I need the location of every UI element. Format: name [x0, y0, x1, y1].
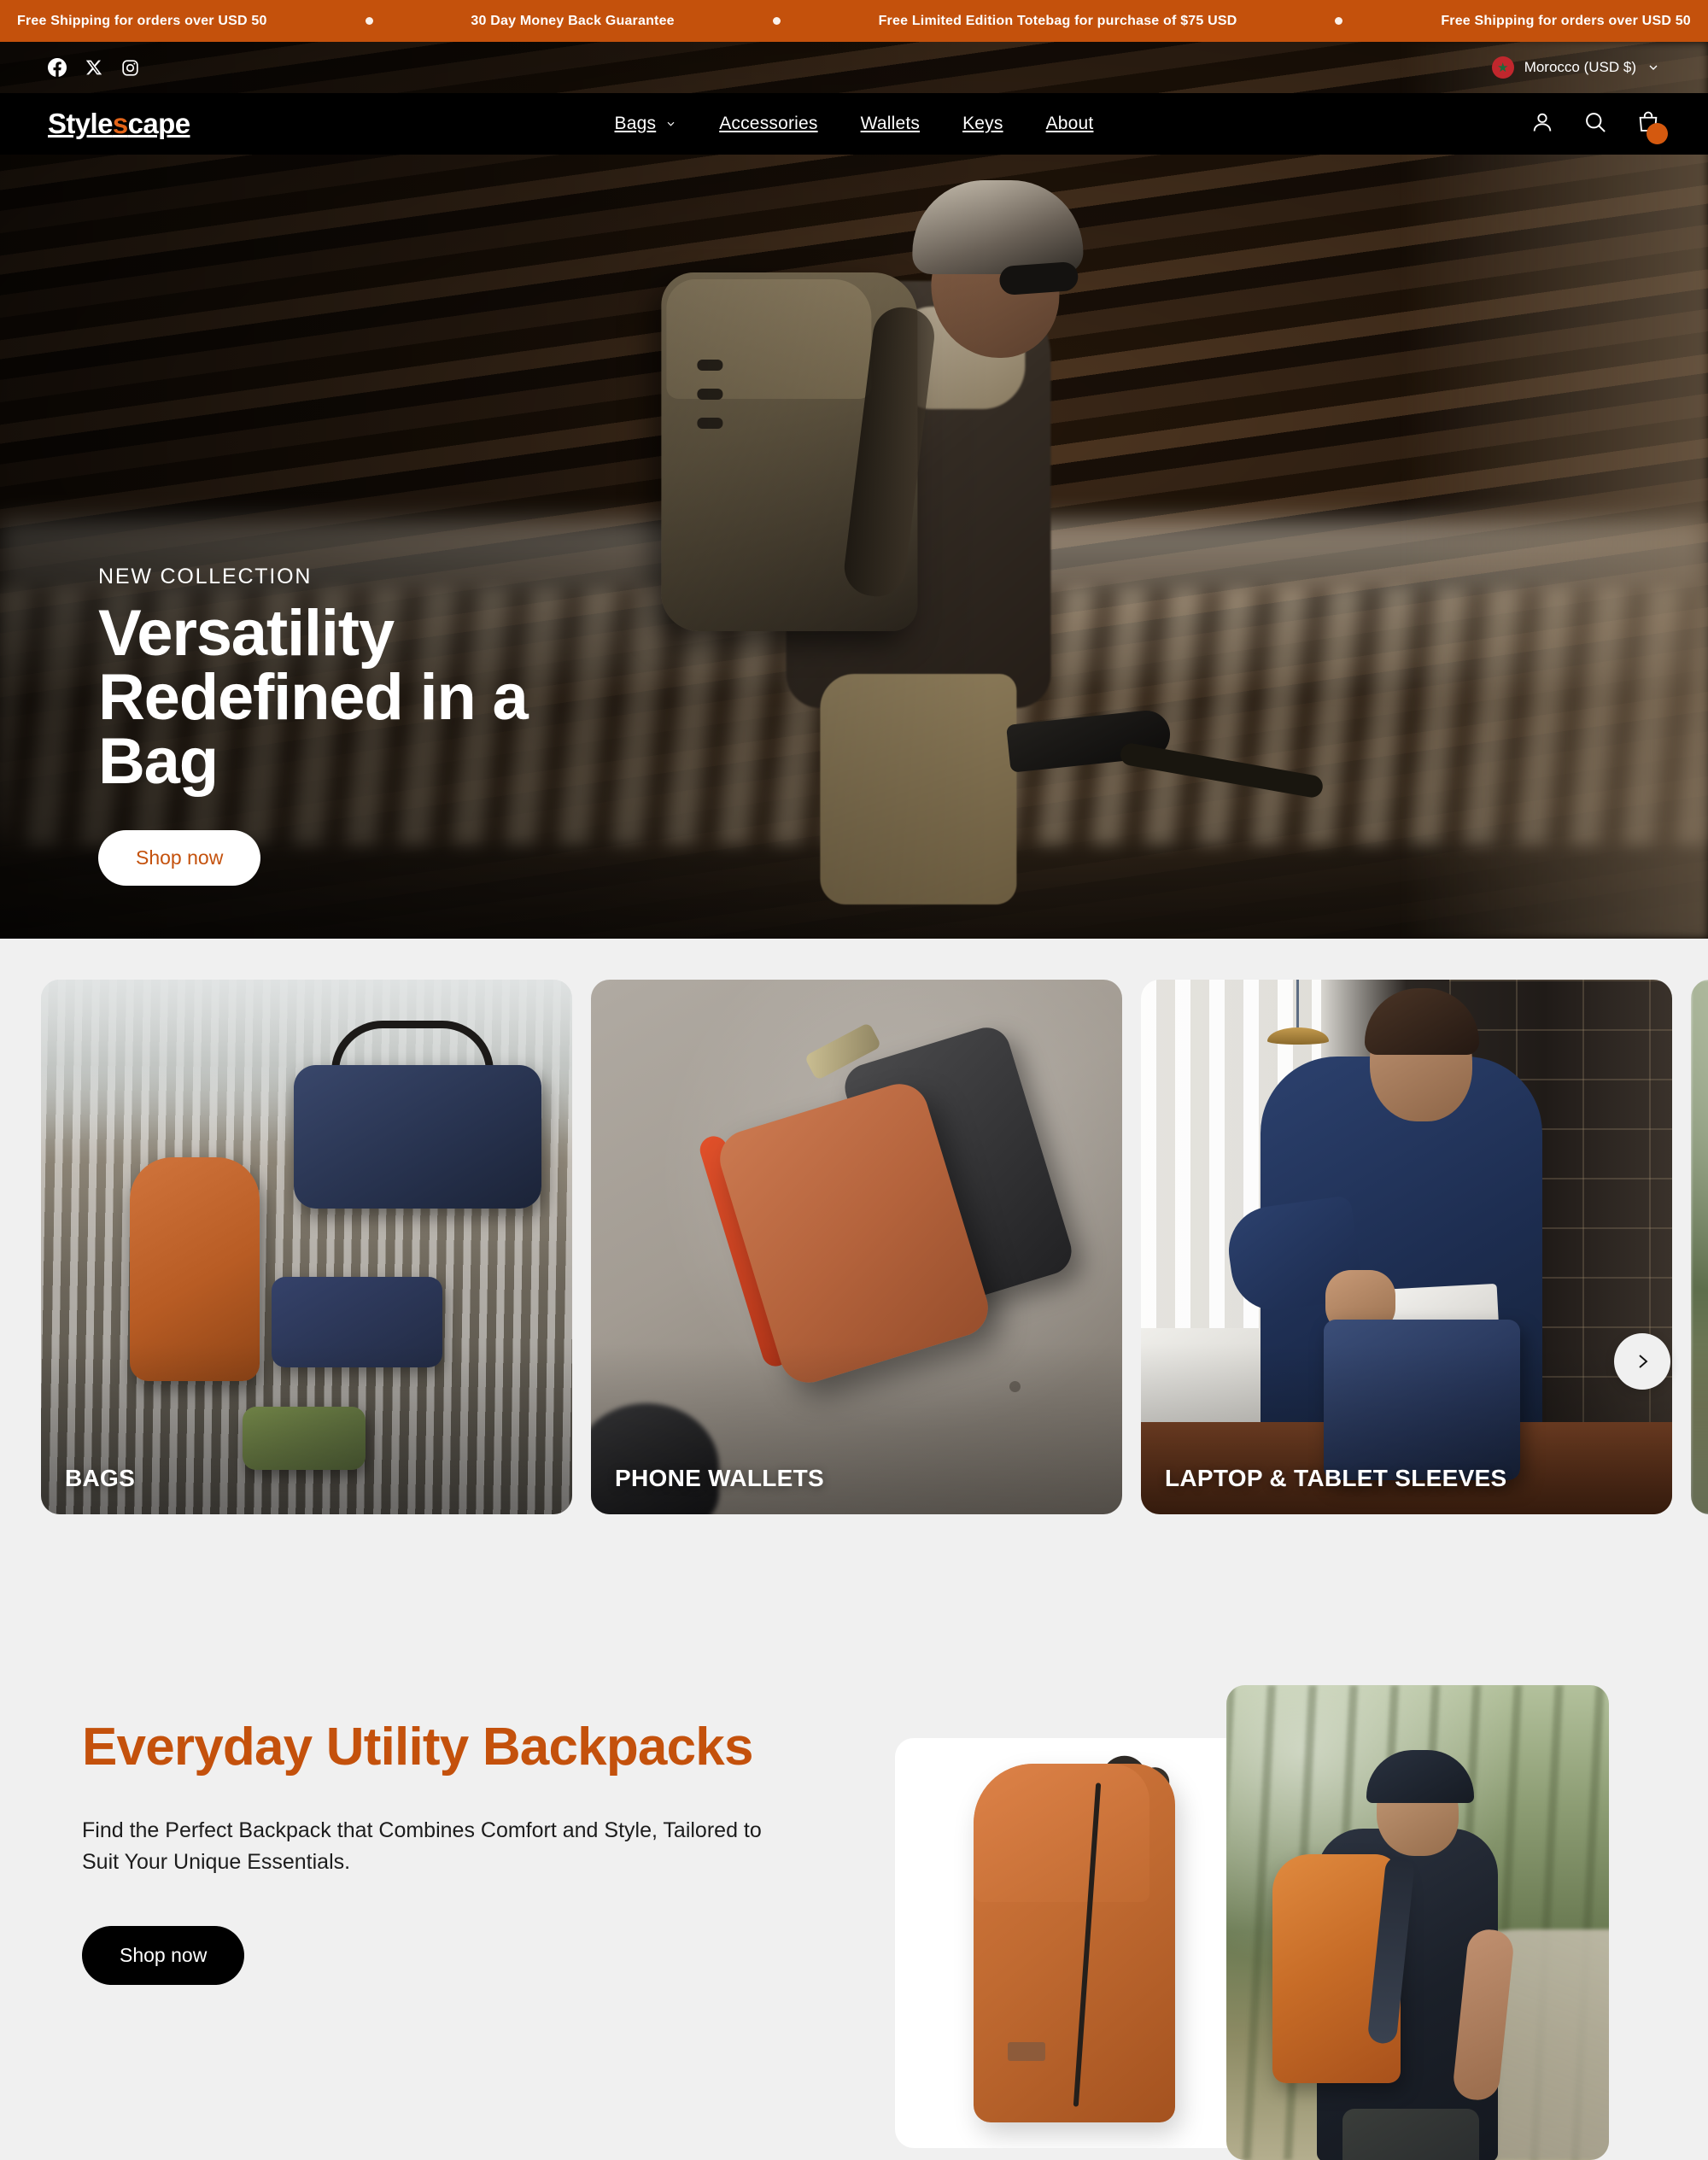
- announcement-bar: Free Shipping for orders over USD 50 30 …: [0, 0, 1708, 42]
- promo-lifestyle-card[interactable]: [1226, 1685, 1609, 2160]
- nav-item-label: Wallets: [860, 114, 921, 133]
- category-card-label: BAGS: [65, 1465, 136, 1491]
- nav-item-wallets[interactable]: Wallets: [861, 114, 920, 134]
- account-icon[interactable]: [1530, 110, 1554, 138]
- social-links: [48, 58, 139, 77]
- search-icon[interactable]: [1583, 110, 1607, 138]
- instagram-icon[interactable]: [121, 59, 139, 77]
- promo-section: Everyday Utility Backpacks Find the Perf…: [0, 1567, 1708, 2160]
- carousel-next-button[interactable]: [1614, 1333, 1670, 1390]
- promo-shop-now-button[interactable]: Shop now: [82, 1926, 245, 1986]
- hero-eyebrow: NEW COLLECTION: [98, 565, 313, 588]
- category-carousel-section: BAGS PHONE WALLETS LAPTOP & TABLET SLEEV…: [0, 939, 1708, 1567]
- promo-product-card[interactable]: [895, 1738, 1279, 2148]
- card-gradient-overlay: [41, 980, 572, 1514]
- site-logo[interactable]: Stylescape: [48, 108, 190, 140]
- announcement-separator-dot: [772, 17, 781, 25]
- category-card-next-partial[interactable]: BA: [1691, 980, 1708, 1514]
- category-card-label: PHONE WALLETS: [615, 1465, 825, 1491]
- promo-text-column: Everyday Utility Backpacks Find the Perf…: [0, 1685, 854, 2028]
- card-gradient-overlay: [591, 980, 1122, 1514]
- nav-item-label: About: [1045, 114, 1094, 133]
- main-navbar: Stylescape Bags Accessories Wallets Keys…: [0, 93, 1708, 155]
- locale-selector[interactable]: ★ Morocco (USD $): [1491, 56, 1660, 79]
- promo-title: Everyday Utility Backpacks: [82, 1718, 753, 1777]
- promo-image-column: [854, 1685, 1708, 2160]
- cart-icon[interactable]: [1636, 110, 1668, 144]
- backpack-brand-tag: [1008, 2042, 1045, 2061]
- nav-actions: [1530, 110, 1668, 144]
- nav-item-bags[interactable]: Bags: [615, 114, 677, 134]
- chevron-down-icon: [667, 121, 675, 126]
- announcement-separator-dot: [365, 17, 373, 25]
- chevron-right-icon: [1639, 1355, 1648, 1368]
- announcement-item: 30 Day Money Back Guarantee: [471, 13, 675, 28]
- morocco-flag-icon: ★: [1491, 56, 1514, 79]
- nav-item-label: Accessories: [719, 114, 818, 133]
- logo-prefix: Style: [48, 108, 113, 139]
- announcement-item: Free Shipping for orders over USD 50: [17, 13, 267, 28]
- facebook-icon[interactable]: [48, 58, 67, 77]
- category-card-bags[interactable]: BAGS: [41, 980, 572, 1514]
- backpack-roll-top-flap: [974, 1764, 1149, 1902]
- hero-section: ★ Morocco (USD $) Stylescape Bags Access…: [0, 42, 1708, 939]
- x-twitter-icon[interactable]: [85, 59, 102, 76]
- logo-accent: s: [112, 108, 128, 139]
- nav-item-about[interactable]: About: [1046, 114, 1094, 134]
- nav-item-label: Bags: [614, 114, 657, 133]
- nav-item-label: Keys: [962, 114, 1003, 133]
- utility-bar: ★ Morocco (USD $): [0, 42, 1708, 93]
- hero-title: Versatility Redefined in a Bag: [98, 597, 529, 799]
- logo-suffix: cape: [127, 108, 190, 139]
- model-legs: [1342, 2109, 1479, 2160]
- chevron-down-icon: [1649, 65, 1658, 70]
- card-gradient-overlay: [1141, 980, 1672, 1514]
- announcement-item: Free Limited Edition Totebag for purchas…: [878, 13, 1237, 28]
- category-carousel-track[interactable]: BAGS PHONE WALLETS LAPTOP & TABLET SLEEV…: [0, 980, 1708, 1514]
- category-card-phone-wallets[interactable]: PHONE WALLETS: [591, 980, 1122, 1514]
- announcement-item: Free Shipping for orders over USD 50: [1441, 13, 1691, 28]
- nav-item-accessories[interactable]: Accessories: [719, 114, 817, 134]
- nav-links: Bags Accessories Wallets Keys About: [615, 114, 1094, 134]
- category-card-laptop-tablet-sleeves[interactable]: LAPTOP & TABLET SLEEVES: [1141, 980, 1672, 1514]
- hero-content: NEW COLLECTION Versatility Redefined in …: [98, 565, 645, 886]
- announcement-separator-dot: [1335, 17, 1343, 25]
- nav-item-keys[interactable]: Keys: [962, 114, 1003, 134]
- locale-label: Morocco (USD $): [1524, 59, 1636, 75]
- hero-shop-now-button[interactable]: Shop now: [98, 829, 261, 886]
- card-gradient-overlay: [1691, 980, 1708, 1514]
- promo-subtitle: Find the Perfect Backpack that Combines …: [82, 1818, 762, 1875]
- cart-count-badge: [1647, 122, 1668, 144]
- category-card-label: LAPTOP & TABLET SLEEVES: [1165, 1465, 1507, 1491]
